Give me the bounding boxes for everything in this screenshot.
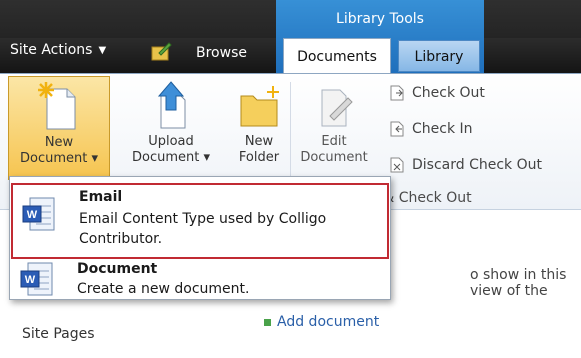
svg-text:W: W [27, 209, 38, 221]
folder-icon [240, 86, 279, 127]
upload-document-button[interactable]: Upload Document ▾ [118, 80, 224, 176]
edit-document-icon [321, 89, 353, 127]
chevron-down-icon: ▼ [98, 44, 107, 56]
edit-document-label-1: Edit [321, 134, 347, 149]
new-document-icon [38, 82, 76, 130]
new-document-button[interactable]: New Document ▾ [8, 76, 110, 180]
upload-document-label-2: Document ▾ [131, 150, 211, 165]
tab-documents[interactable]: Documents [283, 38, 391, 74]
add-document-label: Add document [277, 314, 380, 330]
context-group-title: Library Tools [336, 11, 424, 27]
tab-browse[interactable]: Browse [196, 45, 247, 61]
discard-check-out-button[interactable]: Discard Check Out [388, 156, 542, 174]
menu-item-title: Document [77, 261, 158, 277]
check-in-icon [390, 121, 404, 137]
check-out-button[interactable]: Check Out [388, 84, 485, 102]
menu-item-title: Email [79, 189, 123, 205]
check-in-button[interactable]: Check In [388, 120, 473, 138]
add-icon [264, 318, 271, 326]
empty-view-message: o show in this view of the [470, 267, 567, 299]
add-document-link[interactable]: Add document [264, 314, 379, 330]
discard-check-out-label: Discard Check Out [412, 157, 542, 173]
menu-item-email[interactable]: W Email Email Content Type used by Colli… [11, 183, 389, 259]
discard-check-out-icon [390, 157, 404, 173]
svg-text:W: W [25, 274, 36, 286]
upload-document-label-1: Upload [148, 134, 194, 149]
new-document-label-2: Document ▾ [19, 151, 99, 166]
word-document-icon: W [22, 197, 55, 231]
menu-item-document[interactable]: W Document Create a new document. [11, 259, 389, 297]
menu-item-description: Create a new document. [77, 281, 250, 297]
check-out-label: Check Out [412, 85, 485, 101]
edit-document-button[interactable]: Edit Document [296, 80, 372, 176]
new-folder-label-1: New [244, 134, 274, 149]
word-document-icon: W [20, 262, 53, 296]
new-document-dropdown: W Email Email Content Type used by Colli… [9, 176, 391, 300]
edit-document-label-2: Document [300, 150, 368, 165]
new-document-label-1: New [44, 135, 74, 150]
check-in-label: Check In [412, 121, 473, 137]
tab-library[interactable]: Library [398, 40, 480, 72]
menu-item-description: Email Content Type used by Colligo Contr… [79, 211, 327, 247]
site-actions-label: Site Actions [10, 42, 93, 58]
upload-icon [157, 81, 186, 129]
new-folder-button[interactable]: New Folder [232, 80, 286, 176]
site-actions-menu[interactable]: Site Actions ▼ [10, 42, 106, 58]
check-out-icon [390, 85, 404, 101]
nav-site-pages[interactable]: Site Pages [22, 326, 95, 342]
new-folder-label-2: Folder [238, 150, 280, 165]
edit-page-icon[interactable] [150, 41, 172, 63]
